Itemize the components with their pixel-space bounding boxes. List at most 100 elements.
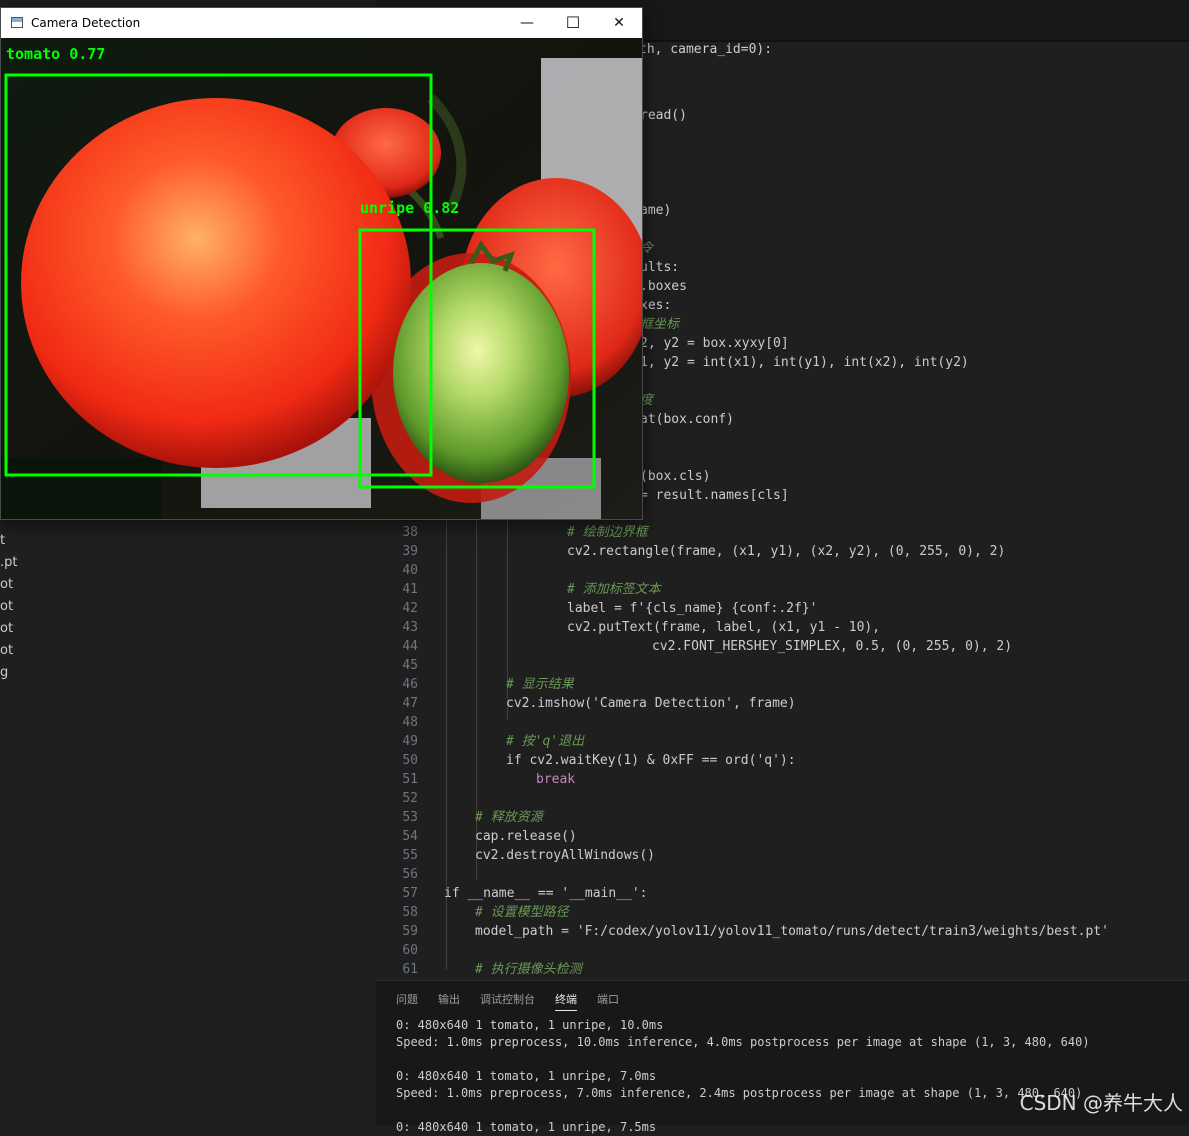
camera-frame: tomato 0.77 unripe 0.82 [1,38,642,519]
code-line: 50 if cv2.waitKey(1) & 0xFF == ord('q'): [376,751,1189,770]
maximize-button[interactable]: ☐ [550,8,596,38]
line-code: # 释放资源 [475,810,543,825]
code-line: 40 [376,561,1189,580]
terminal-line: 0: 480x640 1 tomato, 1 unripe, 10.0ms [396,1018,664,1032]
terminal-line: 0: 480x640 1 tomato, 1 unripe, 7.5ms [396,1120,657,1134]
code-fragment: 度 [640,393,654,408]
file-item[interactable]: g [0,662,17,684]
code-line: 38 # 绘制边界框 [376,523,1189,542]
line-number: 39 [402,544,418,559]
line-number: 43 [402,620,418,635]
close-button[interactable]: ✕ [596,8,642,38]
window-titlebar[interactable]: Camera Detection — ☐ ✕ [1,8,642,38]
line-code: if __name__ == '__main__': [444,886,648,901]
line-number: 40 [402,563,418,578]
terminal-line: Speed: 1.0ms preprocess, 10.0ms inferenc… [396,1035,1090,1049]
line-code: # 执行摄像头检测 [475,962,582,977]
code-fragment: 框坐标 [640,317,680,332]
code-line: 51 break [376,770,1189,789]
file-item[interactable]: t [0,530,17,552]
code-line: 44 cv2.FONT_HERSHEY_SIMPLEX, 0.5, (0, 255… [376,637,1189,656]
watermark: CSDN @养牛大人 [1019,1091,1183,1115]
file-item[interactable]: ot [0,640,17,662]
code-fragment: 令 [640,241,654,256]
panel-tab[interactable]: 输出 [438,991,460,1010]
line-number: 57 [402,886,418,901]
line-number: 58 [402,905,418,920]
code-line: 59 model_path = 'F:/codex/yolov11/yolov11… [376,922,1189,941]
line-number: 50 [402,753,418,768]
detection-label-unripe: unripe 0.82 [360,199,460,217]
line-number: 59 [402,924,418,939]
line-code: # 按'q'退出 [506,734,585,749]
code-fragment: ame) [640,203,672,218]
panel-tab[interactable]: 端口 [597,991,619,1010]
code-line: 43 cv2.putText(frame, label, (x1, y1 - 10… [376,618,1189,637]
line-number: 45 [402,658,418,673]
detection-label-tomato: tomato 0.77 [6,45,106,63]
code-line: 42 label = f'{cls_name} {conf:.2f}' [376,599,1189,618]
line-code: cv2.rectangle(frame, (x1, y1), (x2, y2),… [567,544,1006,559]
code-line: 52 [376,789,1189,808]
code-fragment: at(box.conf) [640,412,734,427]
code-line: 39 cv2.rectangle(frame, (x1, y1), (x2, y2… [376,542,1189,561]
code-fragment: .boxes [640,279,687,294]
panel-tab[interactable]: 问题 [396,991,418,1010]
line-code: cv2.putText(frame, label, (x1, y1 - 10), [567,620,881,635]
line-number: 41 [402,582,418,597]
line-code: break [536,772,576,787]
line-number: 56 [402,867,418,882]
code-fragment: ults: [640,260,680,275]
line-code: cv2.imshow('Camera Detection', frame) [506,696,796,711]
code-line: 47 cv2.imshow('Camera Detection', frame) [376,694,1189,713]
panel-tabs: 问题 输出 调试控制台 终端 端口 [396,991,639,1013]
line-number: 42 [402,601,418,616]
code-line: 56 [376,865,1189,884]
code-fragment: 2, y2 = box.xyxy[0] [640,336,789,351]
file-list: t .pt ot ot ot ot g [0,530,17,684]
code-fragment: read() [640,108,687,123]
file-item[interactable]: ot [0,618,17,640]
line-code: cv2.destroyAllWindows() [475,848,656,863]
code-fragment: = result.names[cls] [640,488,789,503]
terminal-line: Speed: 1.0ms preprocess, 7.0ms inference… [396,1086,1083,1100]
line-code: # 显示结果 [506,677,574,692]
line-number: 53 [402,810,418,825]
line-number: 48 [402,715,418,730]
line-number: 60 [402,943,418,958]
line-code: label = f'{cls_name} {conf:.2f}' [567,601,818,616]
line-code: # 添加标签文本 [567,582,661,597]
code-line: 54 cap.release() [376,827,1189,846]
line-code: # 设置模型路径 [475,905,569,920]
panel-tab[interactable]: 终端 [555,991,577,1011]
code-fragment: 1, y2 = int(x1), int(y1), int(x2), int(y… [640,355,969,370]
code-fragment: xes: [640,298,672,313]
file-item[interactable]: ot [0,596,17,618]
window-title: Camera Detection [31,16,141,30]
code-line: 60 [376,941,1189,960]
file-item[interactable]: .pt [0,552,17,574]
terminal-output[interactable]: 0: 480x640 1 tomato, 1 unripe, 10.0ms Spe… [396,1017,1090,1136]
code-line: 46 # 显示结果 [376,675,1189,694]
line-number: 47 [402,696,418,711]
line-code: cap.release() [475,829,577,844]
window-app-icon [11,17,23,28]
line-code: model_path = 'F:/codex/yolov11/yolov11_t… [475,924,1109,939]
line-code: cv2.FONT_HERSHEY_SIMPLEX, 0.5, (0, 255, … [652,639,1013,654]
line-number: 51 [402,772,418,787]
line-number: 44 [402,639,418,654]
code-line: 41 # 添加标签文本 [376,580,1189,599]
minimize-button[interactable]: — [504,8,550,38]
line-number: 61 [402,962,418,977]
panel-tab[interactable]: 调试控制台 [480,991,535,1010]
camera-detection-window[interactable]: Camera Detection — ☐ ✕ tomato 0.77 unrip… [0,7,643,520]
code-line: 55 cv2.destroyAllWindows() [376,846,1189,865]
code-line: 61 # 执行摄像头检测 [376,960,1189,979]
code-line: 53 # 释放资源 [376,808,1189,827]
line-number: 46 [402,677,418,692]
terminal-line: 0: 480x640 1 tomato, 1 unripe, 7.0ms [396,1069,657,1083]
code-fragment: (box.cls) [640,469,711,484]
file-item[interactable]: ot [0,574,17,596]
